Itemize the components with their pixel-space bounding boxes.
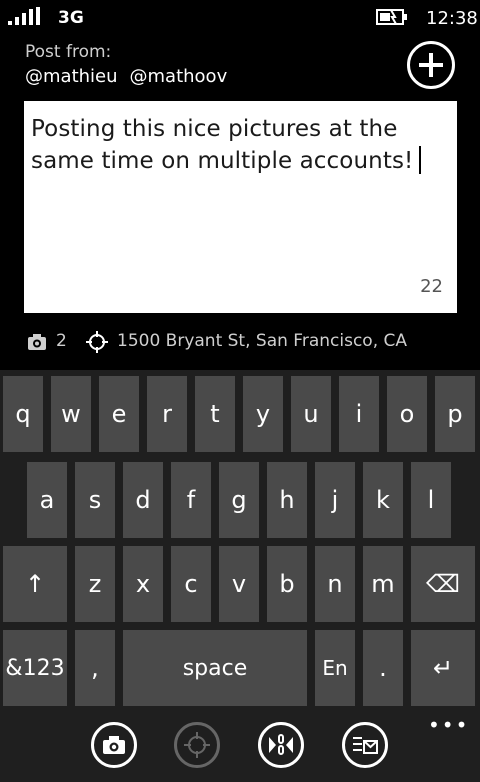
status-bar: 3G 12:38 [0,0,480,36]
battery-charging-icon [376,9,407,25]
enter-key[interactable]: ↵ [411,630,475,706]
key-b[interactable]: b [267,546,307,622]
compose-text-value: Posting this nice pictures at the same t… [31,116,414,174]
share-link-button[interactable] [258,722,304,768]
compose-text: Posting this nice pictures at the same t… [31,113,451,177]
shift-key[interactable]: ↑ [3,546,67,622]
key-e[interactable]: e [99,376,139,452]
key-k[interactable]: k [363,462,403,538]
comma-key[interactable]: , [75,630,115,706]
key-w[interactable]: w [51,376,91,452]
character-count: 22 [420,276,443,297]
space-key[interactable]: space [123,630,307,706]
location-text[interactable]: 1500 Bryant St, San Francisco, CA [117,331,407,351]
location-crosshair-icon [86,331,108,353]
key-u[interactable]: u [291,376,331,452]
key-t[interactable]: t [195,376,235,452]
key-l[interactable]: l [411,462,451,538]
key-s[interactable]: s [75,462,115,538]
key-a[interactable]: a [27,462,67,538]
location-button[interactable] [174,722,220,768]
camera-icon [28,334,46,350]
share-link-icon [269,734,293,755]
key-z[interactable]: z [75,546,115,622]
post-send-button[interactable] [342,722,388,768]
compose-textbox[interactable]: Posting this nice pictures at the same t… [24,101,457,313]
key-o[interactable]: o [387,376,427,452]
photo-count: 2 [56,331,67,351]
numbers-key[interactable]: &123 [3,630,67,706]
more-menu-button[interactable]: ••• [428,715,469,735]
key-d[interactable]: d [123,462,163,538]
app-bar: ••• [0,715,480,782]
key-y[interactable]: y [243,376,283,452]
location-crosshair-icon [184,732,210,758]
post-send-icon [353,737,378,754]
account-mathoov[interactable]: @mathoov [130,66,228,87]
add-account-button[interactable] [407,41,455,89]
language-key[interactable]: En [315,630,355,706]
text-caret [419,146,422,174]
key-p[interactable]: p [435,376,475,452]
account-list: @mathieu @mathoov [25,66,227,87]
camera-icon [103,736,125,754]
key-r[interactable]: r [147,376,187,452]
key-f[interactable]: f [171,462,211,538]
key-m[interactable]: m [363,546,403,622]
key-q[interactable]: q [3,376,43,452]
on-screen-keyboard: q w e r t y u i o p a s d f g h j k l ↑ … [0,370,480,720]
clock: 12:38 [426,8,478,29]
signal-bars-icon [8,7,40,25]
key-h[interactable]: h [267,462,307,538]
key-g[interactable]: g [219,462,259,538]
key-j[interactable]: j [315,462,355,538]
post-from-label: Post from: [25,42,112,62]
camera-button[interactable] [91,722,137,768]
network-type: 3G [58,8,84,28]
backspace-key[interactable]: ⌫ [411,546,475,622]
account-mathieu[interactable]: @mathieu [25,66,118,87]
key-v[interactable]: v [219,546,259,622]
period-key[interactable]: . [363,630,403,706]
key-n[interactable]: n [315,546,355,622]
key-c[interactable]: c [171,546,211,622]
key-i[interactable]: i [339,376,379,452]
key-x[interactable]: x [123,546,163,622]
